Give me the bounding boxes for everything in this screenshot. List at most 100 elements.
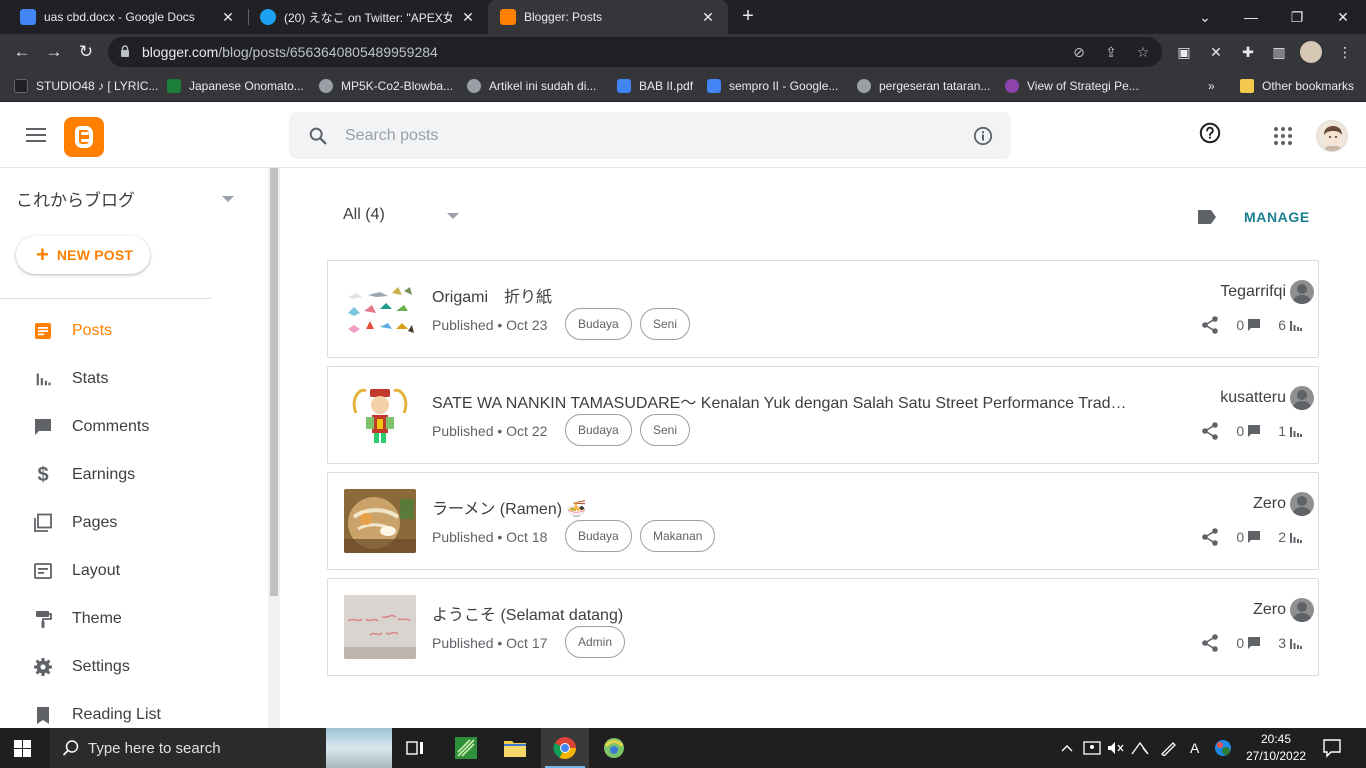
extensions-puzzle-icon[interactable]: ✚ bbox=[1237, 41, 1259, 63]
comment-icon bbox=[1248, 531, 1261, 543]
bookmark-label: MP5K-Co2-Blowba... bbox=[341, 79, 454, 93]
extension-x-icon[interactable]: ✕ bbox=[1205, 41, 1227, 63]
tab-google-docs[interactable]: uas cbd.docx - Google Docs ✕ bbox=[8, 0, 248, 34]
post-label-tag[interactable]: Budaya bbox=[565, 520, 632, 552]
side-panel-icon[interactable]: ▥ bbox=[1268, 41, 1290, 63]
user-avatar[interactable] bbox=[1316, 120, 1348, 152]
post-label-tag[interactable]: Budaya bbox=[565, 308, 632, 340]
sidebar-item-comments[interactable]: Comments bbox=[0, 405, 268, 449]
bookmarks-overflow-button[interactable]: » bbox=[1208, 76, 1215, 96]
sidebar-item-stats[interactable]: Stats bbox=[0, 357, 268, 401]
line-extension-icon[interactable]: ▣ bbox=[1173, 41, 1195, 63]
comment-count: 0 bbox=[1236, 529, 1245, 545]
blogger-logo[interactable] bbox=[64, 117, 104, 157]
sidebar-scrollbar[interactable] bbox=[268, 168, 280, 728]
other-bookmarks-folder[interactable]: Other bookmarks bbox=[1240, 76, 1354, 96]
share-icon[interactable] bbox=[1200, 421, 1220, 441]
green-app-icon[interactable] bbox=[442, 728, 490, 768]
chrome-taskbar-icon[interactable] bbox=[541, 728, 589, 768]
post-title[interactable]: SATE WA NANKIN TAMASUDARE〜 Kenalan Yuk d… bbox=[432, 389, 1132, 413]
share-icon[interactable] bbox=[1200, 633, 1220, 653]
share-icon[interactable] bbox=[1200, 315, 1220, 335]
post-title[interactable]: Origami 折り紙 bbox=[432, 283, 1132, 307]
stats-icon bbox=[1290, 321, 1302, 331]
search-highlight-image[interactable] bbox=[326, 728, 392, 768]
share-page-icon[interactable]: ⇪ bbox=[1102, 43, 1120, 61]
bookmark-item[interactable]: MP5K-Co2-Blowba... bbox=[319, 76, 453, 96]
sidebar-item-settings[interactable]: Settings bbox=[0, 645, 268, 689]
post-author: Zero bbox=[1253, 491, 1314, 517]
bookmark-item[interactable]: Artikel ini sudah di... bbox=[467, 76, 596, 96]
volume-muted-icon[interactable] bbox=[1107, 728, 1125, 768]
edge-icon[interactable] bbox=[1214, 728, 1232, 768]
tab-search-icon[interactable]: ⌄ bbox=[1182, 0, 1228, 34]
input-language-icon[interactable]: A bbox=[1190, 728, 1199, 768]
bookmark-item[interactable]: pergeseran tataran... bbox=[857, 76, 990, 96]
info-icon[interactable] bbox=[973, 126, 993, 146]
close-window-icon[interactable]: ✕ bbox=[1320, 0, 1366, 34]
bookmark-item[interactable]: sempro II - Google... bbox=[707, 76, 838, 96]
post-label-tag[interactable]: Makanan bbox=[640, 520, 716, 552]
pen-icon[interactable] bbox=[1159, 728, 1177, 768]
post-row[interactable]: ラーメン (Ramen) 🍜 Published • Oct 18 Budaya… bbox=[327, 472, 1319, 570]
tab-twitter[interactable]: (20) えなこ on Twitter: "APEX女子 ✕ bbox=[248, 0, 488, 34]
search-input[interactable] bbox=[345, 124, 945, 148]
new-tab-button[interactable]: + bbox=[737, 5, 759, 29]
file-explorer-icon[interactable] bbox=[491, 728, 539, 768]
minimize-icon[interactable]: — bbox=[1228, 0, 1274, 34]
address-bar[interactable]: blogger.com/blog/posts/65636408054899592… bbox=[108, 37, 1162, 67]
post-row[interactable]: ようこそ (Selamat datang) Published • Oct 17… bbox=[327, 578, 1319, 676]
post-label-tag[interactable]: Budaya bbox=[565, 414, 632, 446]
back-icon[interactable]: ← bbox=[10, 40, 34, 64]
share-icon[interactable] bbox=[1200, 527, 1220, 547]
sidebar-item-layout[interactable]: Layout bbox=[0, 549, 268, 593]
sidebar-item-earnings[interactable]: $ Earnings bbox=[0, 453, 268, 497]
bookmark-item[interactable]: View of Strategi Pe... bbox=[1005, 76, 1139, 96]
bookmark-item[interactable]: BAB II.pdf bbox=[617, 76, 693, 96]
sidebar-item-theme[interactable]: Theme bbox=[0, 597, 268, 641]
apps-grid-icon[interactable] bbox=[1274, 127, 1292, 145]
system-clock[interactable]: 20:45 27/10/2022 bbox=[1246, 731, 1306, 765]
browser-menu-icon[interactable]: ⋮ bbox=[1334, 41, 1356, 63]
tab-blogger-posts[interactable]: Blogger: Posts ✕ bbox=[488, 0, 728, 34]
forward-icon[interactable]: → bbox=[42, 40, 66, 64]
meet-now-icon[interactable] bbox=[1083, 728, 1101, 768]
search-icon[interactable] bbox=[307, 125, 329, 147]
post-title[interactable]: ラーメン (Ramen) 🍜 bbox=[432, 495, 1132, 519]
new-post-button[interactable]: + NEW POST bbox=[16, 236, 150, 274]
post-label-tag[interactable]: Admin bbox=[565, 626, 626, 658]
close-tab-icon[interactable]: ✕ bbox=[700, 9, 716, 26]
post-row[interactable]: Origami 折り紙 Published • Oct 23 Budaya Se… bbox=[327, 260, 1319, 358]
task-view-icon[interactable] bbox=[392, 728, 440, 768]
profile-avatar-icon[interactable] bbox=[1300, 41, 1322, 63]
post-row[interactable]: SATE WA NANKIN TAMASUDARE〜 Kenalan Yuk d… bbox=[327, 366, 1319, 464]
manage-labels-button[interactable]: MANAGE bbox=[1244, 209, 1310, 225]
post-label-tag[interactable]: Seni bbox=[640, 308, 691, 340]
tracking-blocked-icon[interactable]: ⊘ bbox=[1070, 43, 1088, 61]
label-icon[interactable] bbox=[1197, 209, 1217, 225]
bookmark-label: Other bookmarks bbox=[1262, 79, 1355, 93]
show-hidden-icons[interactable] bbox=[1061, 728, 1073, 768]
bookmark-star-icon[interactable]: ☆ bbox=[1134, 43, 1152, 61]
menu-icon[interactable] bbox=[26, 128, 46, 142]
view-count: 6 bbox=[1278, 317, 1286, 333]
post-label-tag[interactable]: Seni bbox=[640, 414, 691, 446]
blog-selector[interactable]: これからブログ bbox=[16, 186, 240, 210]
sidebar-item-reading-list[interactable]: Reading List bbox=[0, 693, 268, 728]
bookmark-item[interactable]: STUDIO48 ♪ [ LYRIC... bbox=[14, 76, 158, 96]
posts-filter-dropdown[interactable]: All (4) bbox=[343, 206, 473, 228]
game-app-icon[interactable] bbox=[590, 728, 638, 768]
bookmark-item[interactable]: Japanese Onomato... bbox=[167, 76, 304, 96]
maximize-icon[interactable]: ❐ bbox=[1274, 0, 1320, 34]
close-tab-icon[interactable]: ✕ bbox=[220, 9, 236, 26]
post-title[interactable]: ようこそ (Selamat datang) bbox=[432, 601, 1132, 625]
help-icon[interactable] bbox=[1199, 122, 1221, 144]
windows-start-icon[interactable] bbox=[14, 740, 31, 757]
taskbar-search-box[interactable]: Type here to search bbox=[50, 728, 326, 768]
close-tab-icon[interactable]: ✕ bbox=[460, 9, 476, 26]
reload-icon[interactable]: ↻ bbox=[74, 40, 98, 64]
sidebar-item-posts[interactable]: Posts bbox=[0, 309, 268, 353]
network-icon[interactable] bbox=[1131, 728, 1149, 768]
sidebar-item-pages[interactable]: Pages bbox=[0, 501, 268, 545]
notification-center-icon[interactable] bbox=[1322, 738, 1342, 758]
